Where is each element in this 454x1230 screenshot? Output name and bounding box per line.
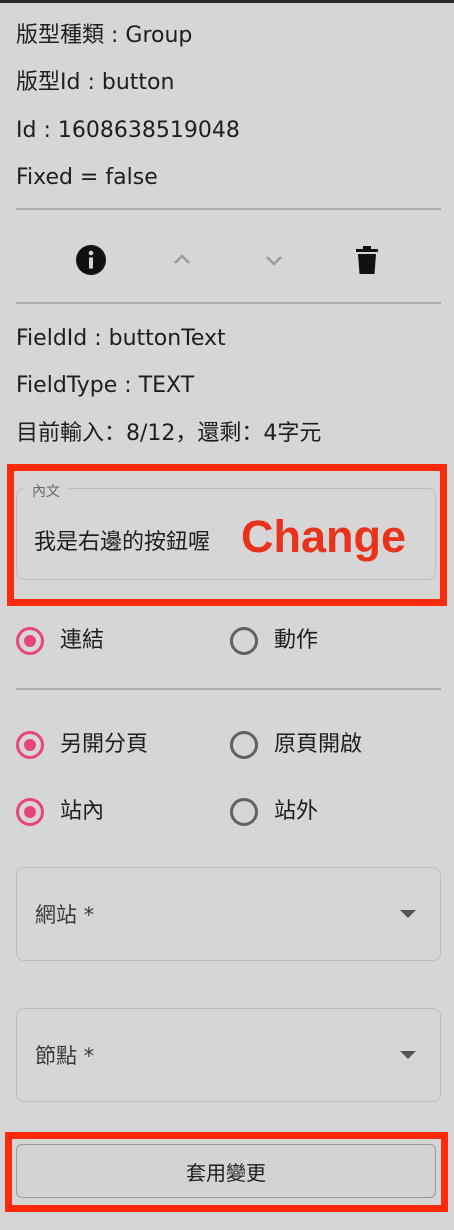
info-button[interactable] (73, 242, 109, 278)
field-type-text: FieldType : TEXT (16, 373, 195, 398)
template-type-text: 版型種類 : Group (16, 23, 193, 48)
fixed-flag-text: Fixed = false (16, 165, 158, 190)
radio-unselected-icon (230, 627, 258, 655)
divider (16, 688, 441, 690)
radio-action[interactable]: 動作 (230, 627, 318, 655)
input-count-text: 目前輸入：8/12，還剩：4字元 (16, 421, 322, 446)
radio-link[interactable]: 連結 (16, 627, 104, 655)
divider (16, 208, 441, 210)
radio-unselected-icon (230, 798, 258, 826)
radio-selected-icon (16, 627, 44, 655)
content-highlight-box (7, 464, 447, 606)
template-id-text: 版型Id : button (16, 70, 175, 95)
radio-internal[interactable]: 站內 (16, 798, 104, 826)
radio-label: 站內 (60, 799, 105, 824)
radio-same-page[interactable]: 原頁開啟 (230, 731, 362, 759)
radio-label: 連結 (60, 628, 105, 653)
node-select-label: 節點 * (35, 1044, 95, 1068)
dropdown-arrow-icon (400, 910, 416, 918)
chevron-up-icon (174, 254, 190, 264)
divider (16, 302, 441, 304)
dropdown-arrow-icon (400, 1051, 416, 1059)
radio-label: 動作 (274, 628, 319, 653)
move-up-button[interactable] (164, 242, 200, 278)
radio-label: 原頁開啟 (274, 732, 363, 757)
chevron-down-icon (266, 256, 282, 266)
apply-highlight-box (5, 1132, 448, 1212)
radio-selected-icon (16, 731, 44, 759)
field-id-text: FieldId : buttonText (16, 326, 226, 351)
top-edge (0, 0, 454, 3)
radio-label: 站外 (274, 799, 319, 824)
radio-label: 另開分頁 (60, 732, 149, 757)
radio-selected-icon (16, 798, 44, 826)
website-select-label: 網站 * (35, 903, 95, 927)
radio-new-tab[interactable]: 另開分頁 (16, 731, 148, 759)
website-select[interactable]: 網站 * (16, 867, 441, 961)
node-select[interactable]: 節點 * (16, 1008, 441, 1102)
element-id-text: Id : 1608638519048 (16, 118, 240, 143)
radio-external[interactable]: 站外 (230, 798, 318, 826)
trash-icon (356, 246, 378, 274)
info-icon (76, 245, 106, 275)
delete-button[interactable] (349, 242, 385, 278)
move-down-button[interactable] (256, 242, 292, 278)
radio-unselected-icon (230, 731, 258, 759)
